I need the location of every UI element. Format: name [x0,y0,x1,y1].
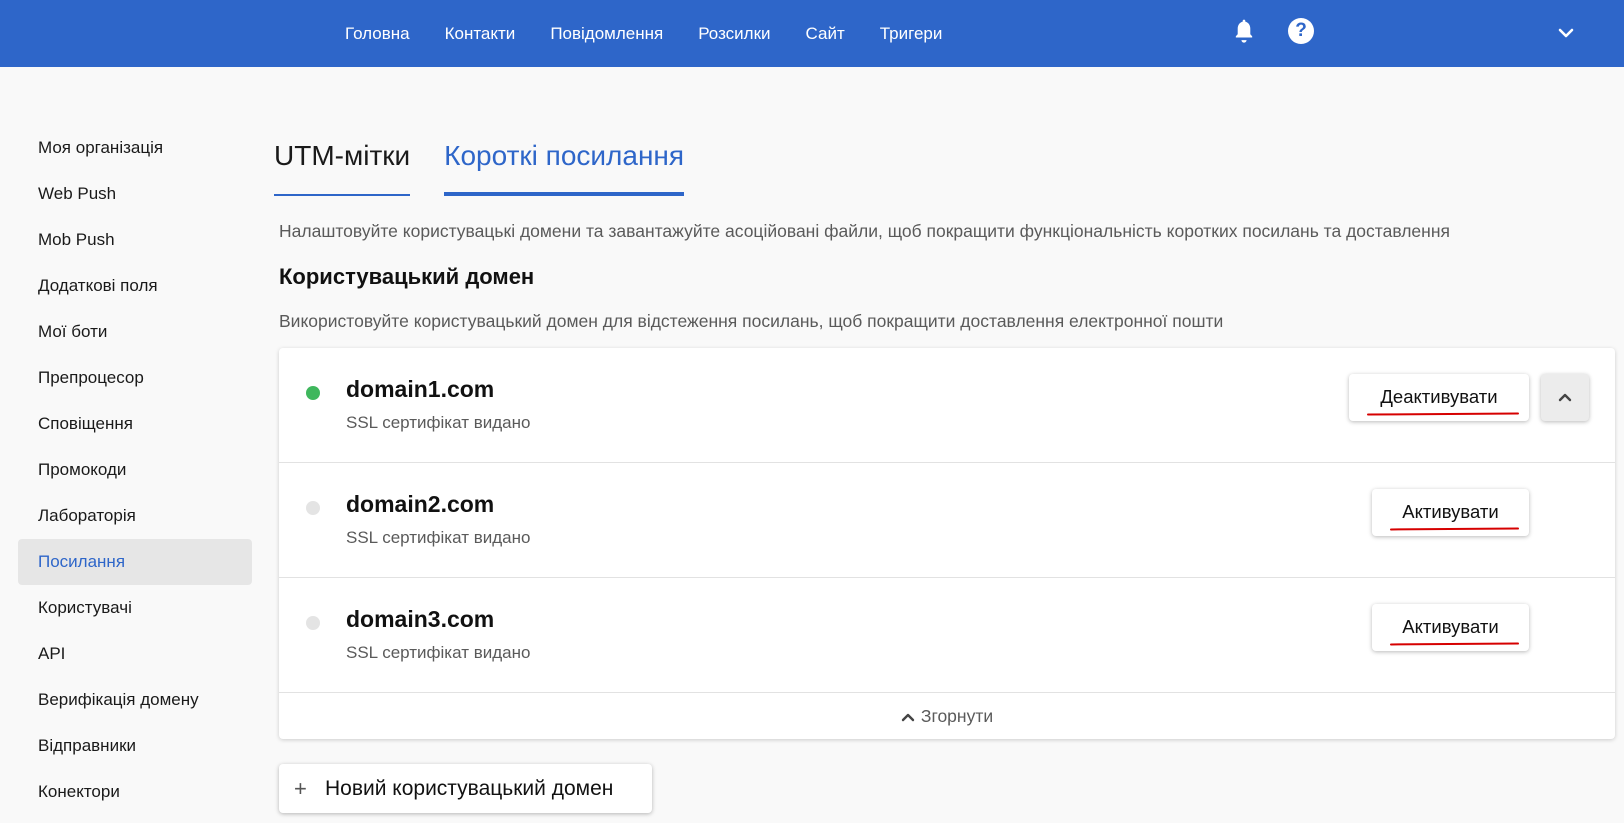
activate-button-label: Активувати [1402,616,1499,637]
ssl-status: SSL сертифікат видано [346,528,531,547]
domains-card: domain1.com SSL сертифікат видано Деакти… [279,348,1615,739]
sidebar-item-domain-verification[interactable]: Верифікація домену [18,677,252,723]
sidebar-item-notifications[interactable]: Сповіщення [18,401,252,447]
annotation-underline [1366,412,1520,416]
nav-campaigns[interactable]: Розсилки [698,24,770,44]
sidebar-item-web-push[interactable]: Web Push [18,171,252,217]
nav-home[interactable]: Головна [345,24,410,44]
sidebar-item-promocodes[interactable]: Промокоди [18,447,252,493]
status-dot [306,501,320,515]
nav-site[interactable]: Сайт [806,24,845,44]
nav-messages[interactable]: Повідомлення [550,24,663,44]
collapse-link[interactable]: Згорнути [279,693,1615,739]
sidebar-item-users[interactable]: Користувачі [18,585,252,631]
deactivate-button[interactable]: Деактивувати [1349,374,1529,421]
sidebar-item-bots[interactable]: Мої боти [18,309,252,355]
sidebar-item-senders[interactable]: Відправники [18,723,252,769]
sidebar-item-mob-push[interactable]: Mob Push [18,217,252,263]
sidebar-item-custom-fields[interactable]: Додаткові поля [18,263,252,309]
sidebar-item-laboratory[interactable]: Лабораторія [18,493,252,539]
main-nav: Головна Контакти Повідомлення Розсилки С… [345,0,977,67]
nav-contacts[interactable]: Контакти [445,24,516,44]
activate-button[interactable]: Активувати [1372,489,1529,536]
chevron-down-icon[interactable] [1556,23,1576,43]
help-icon[interactable]: ? [1288,18,1314,44]
section-description: Використовуйте користувацький домен для … [279,311,1224,331]
new-domain-label: Новий користувацький домен [325,777,614,800]
sidebar-item-connectors[interactable]: Конектори [18,769,252,815]
collapse-label: Згорнути [920,706,994,726]
expand-toggle-button[interactable] [1541,374,1589,421]
ssl-status: SSL сертифікат видано [346,643,531,662]
domain-row: domain1.com SSL сертифікат видано Деакти… [279,348,1615,463]
plus-icon: + [294,776,307,801]
tab-utm[interactable]: UTM-мітки [274,140,411,196]
annotation-underline [1389,642,1520,646]
activate-button[interactable]: Активувати [1372,604,1529,651]
ssl-status: SSL сертифікат видано [346,413,531,432]
new-domain-button[interactable]: + Новий користувацький домен [279,764,652,813]
page-description: Налаштовуйте користувацькі домени та зав… [279,221,1450,241]
chevron-up-icon [901,714,915,722]
status-dot [306,386,320,400]
annotation-underline [1389,527,1520,531]
nav-triggers[interactable]: Тригери [880,24,943,44]
domain-row: domain3.com SSL сертифікат видано Активу… [279,578,1615,693]
domain-name: domain1.com [346,376,495,402]
bell-icon[interactable] [1230,17,1258,45]
domain-name: domain2.com [346,491,495,517]
sidebar-item-preprocessor[interactable]: Препроцесор [18,355,252,401]
settings-sidebar: Моя організація Web Push Mob Push Додатк… [18,125,252,815]
sidebar-item-organization[interactable]: Моя організація [18,125,252,171]
status-dot [306,616,320,630]
section-title: Користувацький домен [279,264,535,289]
activate-button-label: Активувати [1402,501,1499,522]
deactivate-button-label: Деактивувати [1380,386,1498,407]
page-tabs: UTM-мітки Короткі посилання [274,140,718,196]
chevron-up-icon [1558,393,1572,402]
tab-short-links[interactable]: Короткі посилання [444,140,685,196]
sidebar-item-links[interactable]: Посилання [18,539,252,585]
domain-name: domain3.com [346,606,495,632]
top-navbar: Головна Контакти Повідомлення Розсилки С… [0,0,1624,67]
sidebar-item-api[interactable]: API [18,631,252,677]
domain-row: domain2.com SSL сертифікат видано Активу… [279,463,1615,578]
